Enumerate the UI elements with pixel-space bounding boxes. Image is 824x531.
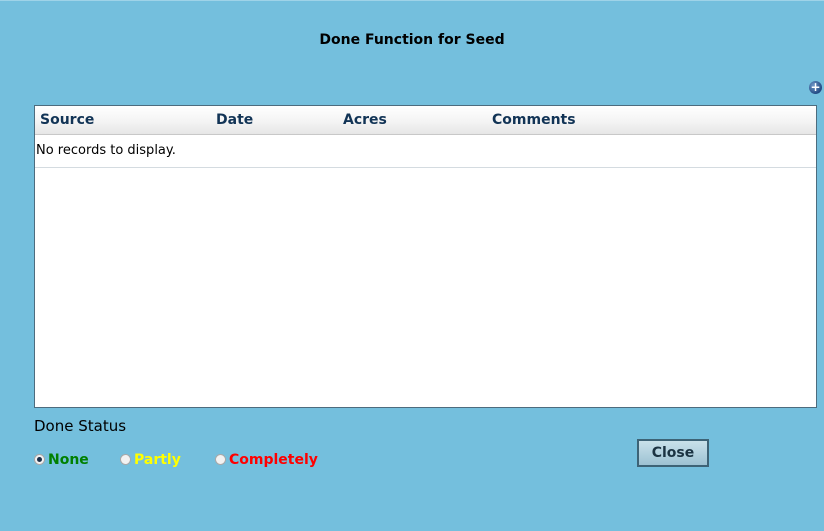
column-header-acres[interactable]: Acres — [343, 112, 387, 128]
empty-row: No records to display. — [35, 135, 816, 168]
no-records-message: No records to display. — [36, 143, 176, 158]
plus-circle-icon: + — [810, 80, 821, 94]
done-function-dialog: Done Function for Seed + Source Date Acr… — [0, 0, 824, 531]
add-record-button[interactable]: + — [809, 81, 822, 94]
radio-none-label: None — [48, 452, 89, 468]
radio-partly-button[interactable] — [120, 454, 131, 465]
grid-header: Source Date Acres Comments — [35, 106, 816, 135]
dialog-title: Done Function for Seed — [319, 32, 505, 48]
done-status-label: Done Status — [34, 417, 127, 435]
column-header-comments[interactable]: Comments — [492, 112, 576, 128]
radio-completely-button[interactable] — [215, 454, 226, 465]
close-button[interactable]: Close — [637, 439, 709, 467]
radio-partly-label: Partly — [134, 452, 181, 468]
column-header-date[interactable]: Date — [216, 112, 253, 128]
radio-none-button[interactable] — [34, 454, 45, 465]
column-header-source[interactable]: Source — [40, 112, 94, 128]
records-grid: Source Date Acres Comments No records to… — [34, 105, 817, 408]
radio-completely-label: Completely — [229, 452, 318, 468]
